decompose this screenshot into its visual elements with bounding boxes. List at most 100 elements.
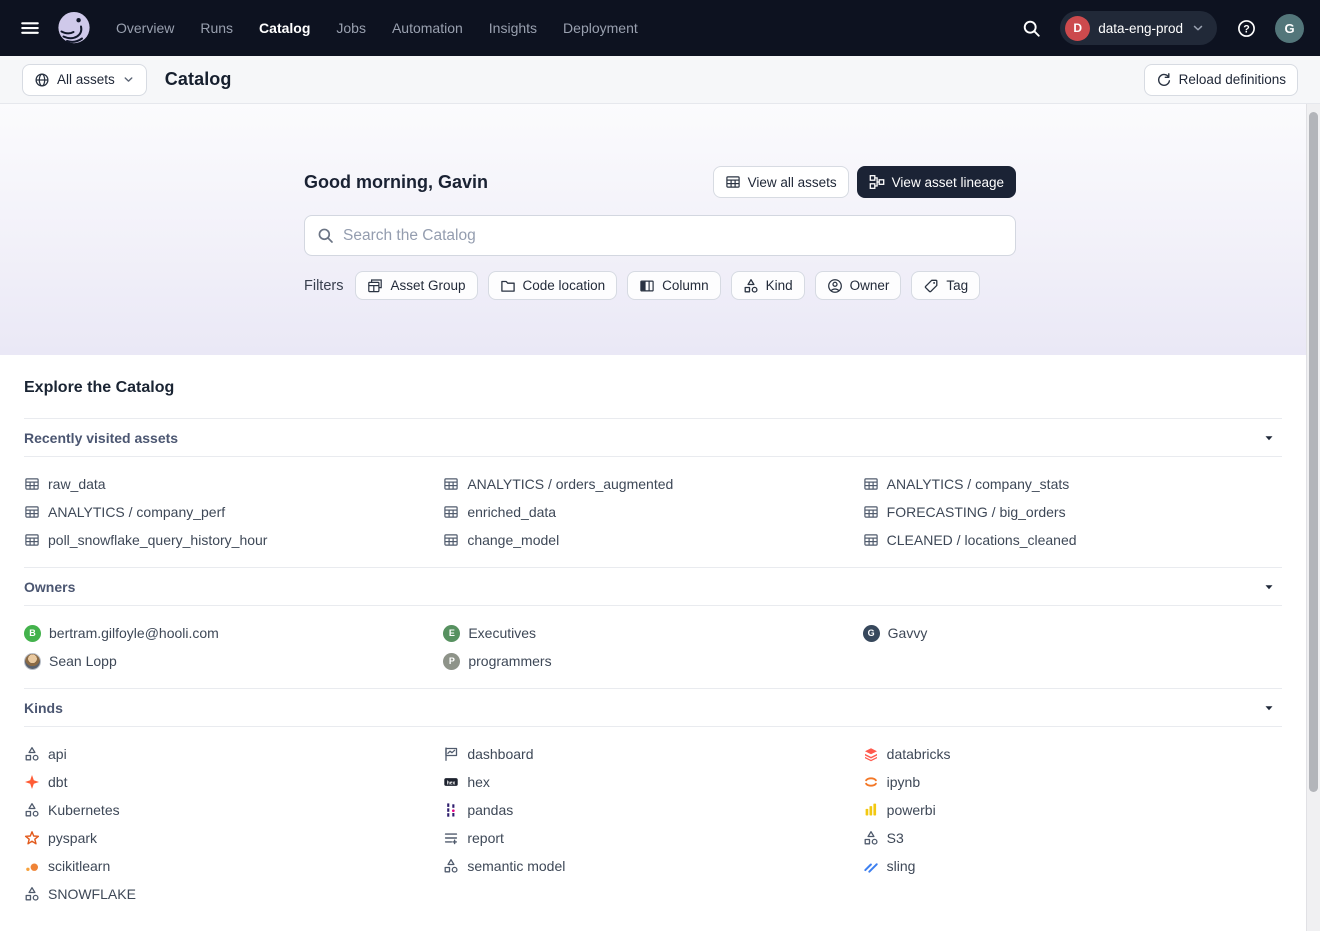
kind-link-s3[interactable]: S3	[863, 830, 1282, 846]
kind-link-semantic-model[interactable]: semantic model	[443, 858, 862, 874]
owner-initial-avatar: B	[24, 625, 41, 642]
kind-icon	[24, 802, 40, 818]
deployment-switcher[interactable]: D data-eng-prod	[1060, 11, 1217, 45]
scrollbar-thumb[interactable]	[1309, 112, 1318, 792]
caret-down-icon	[1262, 701, 1276, 715]
asset-link-analytics-company-stats[interactable]: ANALYTICS / company_stats	[863, 476, 1282, 492]
owner-link-executives[interactable]: EExecutives	[443, 625, 862, 642]
asset-link-raw-data[interactable]: raw_data	[24, 476, 443, 492]
sling-icon	[863, 858, 879, 874]
scope-button[interactable]: All assets	[22, 64, 147, 96]
filter-kind[interactable]: Kind	[731, 271, 805, 300]
kind-link-dbt[interactable]: dbt	[24, 774, 443, 790]
table-icon	[863, 476, 879, 492]
kind-link-powerbi[interactable]: powerbi	[863, 802, 1282, 818]
caret-down-icon	[1262, 431, 1276, 445]
filter-code-location[interactable]: Code location	[488, 271, 618, 300]
page-header: All assets Catalog Reload definitions	[0, 56, 1320, 104]
nav-item-automation[interactable]: Automation	[392, 20, 463, 36]
catalog-search[interactable]	[304, 215, 1016, 256]
jupyter-icon	[863, 774, 879, 790]
asset-link-cleaned-locations-cleaned[interactable]: CLEANED / locations_cleaned	[863, 532, 1282, 548]
section-recent-assets: Recently visited assets raw_dataANALYTIC…	[24, 418, 1282, 567]
owner-link-programmers[interactable]: Pprogrammers	[443, 653, 862, 670]
top-nav: Overview Runs Catalog Jobs Automation Insight…	[0, 0, 1320, 56]
filter-tag[interactable]: Tag	[911, 271, 980, 300]
search-button[interactable]	[1016, 13, 1046, 43]
owner-initial-avatar: E	[443, 625, 460, 642]
main-nav: Overview Runs Catalog Jobs Automation Insight…	[116, 20, 638, 36]
catalog-hero: Good morning, Gavin View all assets View…	[0, 104, 1320, 355]
view-asset-lineage-button[interactable]: View asset lineage	[857, 166, 1016, 198]
table-icon	[863, 532, 879, 548]
kind-link-snowflake[interactable]: SNOWFLAKE	[24, 886, 443, 902]
filter-owner[interactable]: Owner	[815, 271, 902, 300]
kind-link-api[interactable]: api	[24, 746, 443, 762]
filter-asset-group[interactable]: Asset Group	[355, 271, 477, 300]
reload-definitions-button[interactable]: Reload definitions	[1144, 64, 1298, 96]
chevron-down-icon	[122, 73, 135, 86]
table-icon	[443, 504, 459, 520]
chevron-down-icon	[1191, 21, 1205, 35]
kind-link-pandas[interactable]: pandas	[443, 802, 862, 818]
owner-initial-avatar: G	[863, 625, 880, 642]
kind-link-kubernetes[interactable]: Kubernetes	[24, 802, 443, 818]
nav-item-runs[interactable]: Runs	[200, 20, 233, 36]
deployment-name: data-eng-prod	[1098, 21, 1183, 36]
asset-group-icon	[367, 278, 383, 294]
kind-link-report[interactable]: report	[443, 830, 862, 846]
owner-initial-avatar: P	[443, 653, 460, 670]
kind-link-hex[interactable]: hex	[443, 774, 862, 790]
nav-item-overview[interactable]: Overview	[116, 20, 174, 36]
kind-icon	[443, 858, 459, 874]
dbt-icon	[24, 774, 40, 790]
greeting: Good morning, Gavin	[304, 172, 488, 193]
menu-button[interactable]	[16, 14, 44, 42]
asset-link-poll-snowflake-query-history-hour[interactable]: poll_snowflake_query_history_hour	[24, 532, 443, 548]
asset-link-forecasting-big-orders[interactable]: FORECASTING / big_orders	[863, 504, 1282, 520]
nav-item-jobs[interactable]: Jobs	[336, 20, 366, 36]
table-icon	[24, 504, 40, 520]
nav-item-insights[interactable]: Insights	[489, 20, 537, 36]
kind-link-scikitlearn[interactable]: scikitlearn	[24, 858, 443, 874]
table-icon	[725, 174, 741, 190]
asset-link-enriched-data[interactable]: enriched_data	[443, 504, 862, 520]
help-button[interactable]	[1231, 13, 1261, 43]
filter-column[interactable]: Column	[627, 271, 721, 300]
spark-icon	[24, 830, 40, 846]
owner-link-bertram-gilfoyle-hooli-com[interactable]: Bbertram.gilfoyle@hooli.com	[24, 625, 443, 642]
filter-pills: Asset Group Code location Column Kind Owner T…	[355, 271, 980, 300]
deployment-badge: D	[1065, 16, 1090, 41]
caret-down-icon	[1262, 580, 1276, 594]
asset-link-analytics-company-perf[interactable]: ANALYTICS / company_perf	[24, 504, 443, 520]
kind-link-pyspark[interactable]: pyspark	[24, 830, 443, 846]
user-avatar[interactable]: G	[1275, 14, 1304, 43]
nav-item-catalog[interactable]: Catalog	[259, 20, 310, 36]
kind-link-dashboard[interactable]: dashboard	[443, 746, 862, 762]
asset-link-change-model[interactable]: change_model	[443, 532, 862, 548]
vertical-scrollbar[interactable]	[1306, 104, 1320, 931]
owner-icon	[827, 278, 843, 294]
collapse-section-button[interactable]	[1258, 427, 1280, 449]
table-icon	[863, 504, 879, 520]
view-all-assets-button[interactable]: View all assets	[713, 166, 849, 198]
databricks-icon	[863, 746, 879, 762]
nav-item-deployment[interactable]: Deployment	[563, 20, 638, 36]
kind-link-sling[interactable]: sling	[863, 858, 1282, 874]
kind-link-ipynb[interactable]: ipynb	[863, 774, 1282, 790]
collapse-section-button[interactable]	[1258, 697, 1280, 719]
page-title: Catalog	[165, 69, 232, 90]
dagster-logo-icon[interactable]	[56, 10, 92, 46]
lineage-icon	[869, 174, 885, 190]
section-title: Kinds	[24, 700, 63, 716]
section-owners: Owners Bbertram.gilfoyle@hooli.comEExecu…	[24, 567, 1282, 688]
kind-link-databricks[interactable]: databricks	[863, 746, 1282, 762]
owner-link-sean-lopp[interactable]: Sean Lopp	[24, 653, 443, 670]
topnav-right: D data-eng-prod G	[1016, 11, 1304, 45]
globe-icon	[34, 72, 50, 88]
owner-link-gavvy[interactable]: GGavvy	[863, 625, 1282, 642]
search-input[interactable]	[343, 227, 1003, 245]
asset-link-analytics-orders-augmented[interactable]: ANALYTICS / orders_augmented	[443, 476, 862, 492]
owners-grid: Bbertram.gilfoyle@hooli.comEExecutivesGG…	[24, 606, 1282, 688]
collapse-section-button[interactable]	[1258, 576, 1280, 598]
